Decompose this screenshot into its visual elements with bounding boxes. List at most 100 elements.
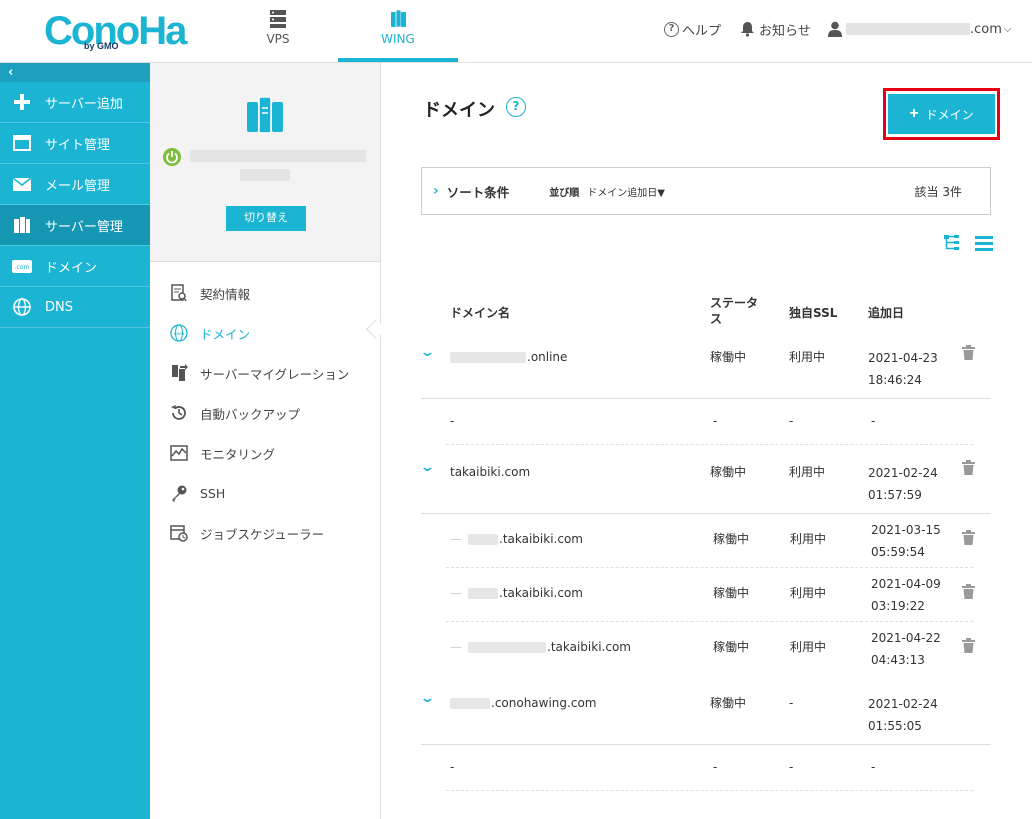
top-header: ConoHa by GMO VPS WING ? ヘルプ お知らせ .com ⌵ [0,0,1032,63]
ssl-cell: 利用中 [789,465,826,479]
scheduler-icon [170,524,188,542]
power-status-icon [163,148,181,166]
sidebar-item-domain[interactable]: .com ドメイン [0,246,150,287]
help-circle-icon[interactable]: ? [506,97,526,117]
ssl-cell: - [789,696,794,710]
table-row-subdomain[interactable]: — .takaibiki.com [450,528,583,550]
tab-vps[interactable]: VPS [218,0,338,62]
sort-key-label: 並び順 [549,187,580,199]
trash-icon[interactable] [962,345,975,360]
list-view-icon[interactable] [975,235,993,251]
menu-label: ジョブスケジューラー [200,526,325,542]
account-menu[interactable]: .com ⌵ [828,19,1012,39]
menu-contract[interactable]: 契約情報 [170,283,250,303]
wing-server-icon [391,9,406,28]
help-link[interactable]: ? ヘルプ [664,19,721,39]
main-content: ドメイン ? + ドメイン › ソート条件 並び順 ドメイン追加日▼ 該当 3件… [381,63,1032,819]
server-name-redacted [190,150,366,162]
menu-label: SSH [200,485,226,501]
redacted-text [450,698,490,709]
menu-scheduler[interactable]: ジョブスケジューラー [170,523,324,543]
ssl-cell: 利用中 [790,640,827,654]
globe-icon [12,297,32,317]
time-value: 04:43:13 [871,653,925,667]
sort-panel[interactable]: › ソート条件 並び順 ドメイン追加日▼ 該当 3件 [421,167,991,215]
domain-name: .takaibiki.com [499,586,583,600]
col-added-date: 追加日 [868,306,905,320]
user-icon [828,21,842,37]
table-row-subdomain[interactable]: — .takaibiki.com [450,636,631,658]
sidebar-item-mail[interactable]: メール管理 [0,164,150,205]
trash-icon[interactable] [962,638,975,653]
menu-migration[interactable]: サーバーマイグレーション [170,363,349,383]
ssl-cell: - [789,414,794,428]
sidebar-item-add-server[interactable]: サーバー追加 [0,82,150,123]
domain-name: .online [527,350,568,364]
sort-key-value[interactable]: ドメイン追加日▼ [587,184,665,199]
col-ssl: 独自SSL [789,306,838,320]
trash-icon[interactable] [962,460,975,475]
redacted-text [468,642,546,653]
sidebar-item-dns[interactable]: DNS [0,287,150,328]
sidebar-collapse[interactable]: ‹ [0,63,150,82]
switch-server-button[interactable]: 切り替え [226,206,306,231]
sidebar-item-label: DNS [45,299,73,315]
row-divider [421,513,991,514]
expand-chevron-icon[interactable]: ⌄ [419,460,435,475]
sidebar-item-site[interactable]: サイト管理 [0,123,150,164]
date-cell: 2021-04-09 03:19:22 [871,573,941,617]
monitoring-icon [170,444,188,462]
trash-icon[interactable] [962,530,975,545]
table-row-domain[interactable]: .conohawing.com [450,692,596,714]
menu-label: 自動バックアップ [200,406,301,422]
domain-com-icon: .com [12,256,32,276]
date-value: 2021-02-24 [868,697,938,711]
result-count: 該当 3件 [914,184,962,199]
sub-prefix: — [450,586,462,600]
tree-view-icon[interactable] [944,235,962,251]
server-card: 切り替え [150,63,380,262]
tab-wing[interactable]: WING [338,0,458,62]
domain-name: .takaibiki.com [499,532,583,546]
table-row-domain[interactable]: .online [450,346,567,368]
menu-domain[interactable]: www ドメイン [170,323,250,343]
sub-prefix: — [450,640,462,654]
expand-chevron-icon[interactable]: ⌄ [419,345,435,360]
server-name-redacted-2 [240,169,290,181]
status-cell: 稼働中 [710,465,747,479]
time-value: 03:19:22 [871,599,925,613]
svg-text:www: www [173,332,184,337]
row-divider [421,744,991,745]
time-value: 01:55:05 [868,719,922,733]
conoha-logo[interactable]: ConoHa by GMO [44,8,187,54]
row-divider [421,398,991,399]
trash-icon[interactable] [962,584,975,599]
date-value: 2021-04-22 [871,631,941,645]
server-icon [12,215,32,235]
status-cell: - [713,760,718,774]
sub-prefix: — [450,532,462,546]
menu-monitoring[interactable]: モニタリング [170,443,275,463]
sidebar-item-server[interactable]: サーバー管理 [0,205,150,246]
help-label: ヘルプ [682,23,722,39]
status-cell: 稼働中 [710,350,747,364]
table-row-subdomain[interactable]: — .takaibiki.com [450,582,583,604]
date-cell: 2021-04-22 04:43:13 [871,627,941,671]
col-status: ステータス [710,296,759,326]
add-domain-button[interactable]: + ドメイン [888,94,995,134]
table-row-domain[interactable]: takaibiki.com [450,461,530,483]
menu-label: 契約情報 [200,286,251,302]
expand-chevron-icon[interactable]: ⌄ [419,691,435,706]
mail-icon [12,174,32,194]
date-value: 2021-03-15 [871,523,941,537]
date-cell: - [871,414,876,428]
menu-ssh[interactable]: SSH [170,483,225,503]
redacted-text [468,534,498,545]
menu-backup[interactable]: 自動バックアップ [170,403,300,423]
domain-name: .takaibiki.com [547,640,631,654]
add-domain-label: ドメイン [925,107,974,122]
date-value: 2021-04-09 [871,577,941,591]
sidebar-item-label: サーバー管理 [45,219,123,235]
redacted-text [468,588,498,599]
notice-link[interactable]: お知らせ [740,19,811,39]
